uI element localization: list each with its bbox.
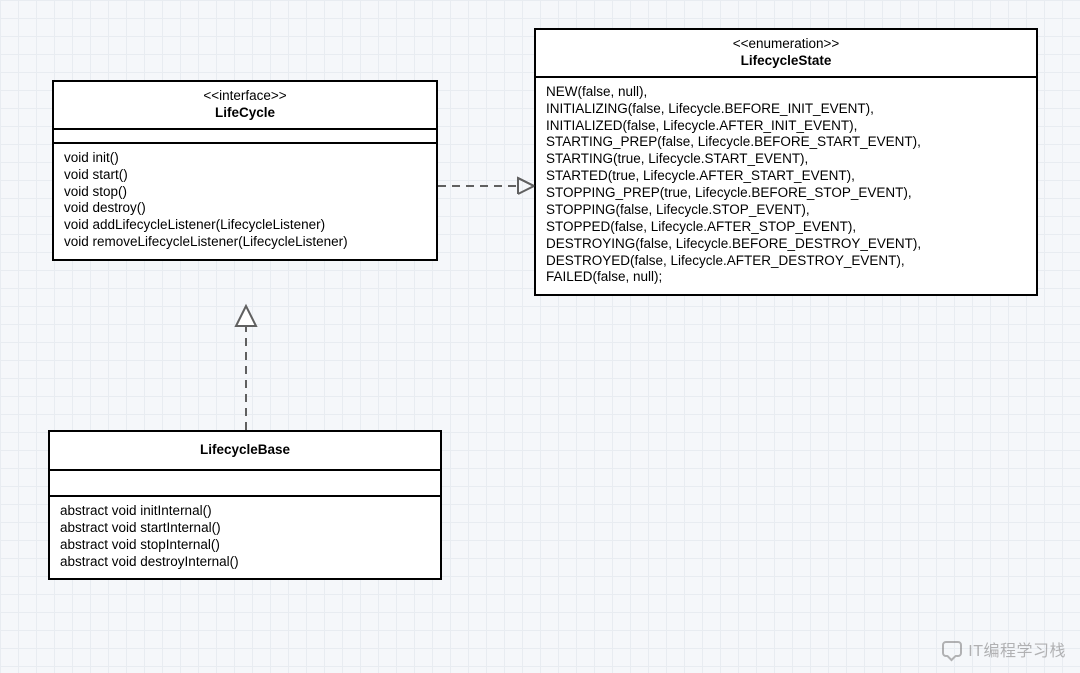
uml-operations: abstract void initInternal()abstract voi…: [50, 497, 440, 579]
uml-enum-lifecyclestate: <<enumeration>> LifecycleState NEW(false…: [534, 28, 1038, 296]
uml-member: DESTROYED(false, Lifecycle.AFTER_DESTROY…: [546, 253, 1026, 270]
uml-member: void stop(): [64, 184, 426, 201]
uml-member: FAILED(false, null);: [546, 269, 1026, 286]
uml-member: void removeLifecycleListener(LifecycleLi…: [64, 234, 426, 251]
class-name: LifeCycle: [62, 105, 428, 122]
stereotype-label: <<enumeration>>: [544, 36, 1028, 53]
uml-member: STOPPING(false, Lifecycle.STOP_EVENT),: [546, 202, 1026, 219]
dependency-arrowhead-icon: [518, 178, 534, 194]
watermark: IT编程学习栈: [942, 637, 1066, 661]
uml-member: INITIALIZED(false, Lifecycle.AFTER_INIT_…: [546, 118, 1026, 135]
uml-enum-values: NEW(false, null),INITIALIZING(false, Lif…: [536, 78, 1036, 295]
uml-member: STARTING(true, Lifecycle.START_EVENT),: [546, 151, 1026, 168]
uml-member: void addLifecycleListener(LifecycleListe…: [64, 217, 426, 234]
uml-member: NEW(false, null),: [546, 84, 1026, 101]
uml-member: STARTED(true, Lifecycle.AFTER_START_EVEN…: [546, 168, 1026, 185]
uml-member: void start(): [64, 167, 426, 184]
uml-class-lifecyclebase: LifecycleBase abstract void initInternal…: [48, 430, 442, 580]
uml-member: abstract void destroyInternal(): [60, 554, 430, 571]
uml-member: void init(): [64, 150, 426, 167]
uml-member: STARTING_PREP(false, Lifecycle.BEFORE_ST…: [546, 134, 1026, 151]
uml-member: STOPPED(false, Lifecycle.AFTER_STOP_EVEN…: [546, 219, 1026, 236]
stereotype-label: <<interface>>: [62, 88, 428, 105]
watermark-text: IT编程学习栈: [968, 637, 1066, 661]
uml-operations: void init()void start()void stop()void d…: [54, 144, 436, 259]
uml-member: void destroy(): [64, 200, 426, 217]
wechat-icon: [942, 641, 962, 657]
class-name: LifecycleBase: [58, 442, 432, 459]
uml-member: INITIALIZING(false, Lifecycle.BEFORE_INI…: [546, 101, 1026, 118]
uml-class-lifecycle: <<interface>> LifeCycle void init()void …: [52, 80, 438, 261]
uml-member: STOPPING_PREP(true, Lifecycle.BEFORE_STO…: [546, 185, 1026, 202]
uml-member: abstract void startInternal(): [60, 520, 430, 537]
uml-member: DESTROYING(false, Lifecycle.BEFORE_DESTR…: [546, 236, 1026, 253]
uml-head: <<enumeration>> LifecycleState: [536, 30, 1036, 78]
uml-head: <<interface>> LifeCycle: [54, 82, 436, 130]
uml-member: abstract void stopInternal(): [60, 537, 430, 554]
uml-member: abstract void initInternal(): [60, 503, 430, 520]
uml-attributes-empty: [50, 471, 440, 497]
class-name: LifecycleState: [544, 53, 1028, 70]
uml-head: LifecycleBase: [50, 432, 440, 471]
realization-arrowhead-icon: [236, 306, 256, 326]
uml-attributes-empty: [54, 130, 436, 144]
